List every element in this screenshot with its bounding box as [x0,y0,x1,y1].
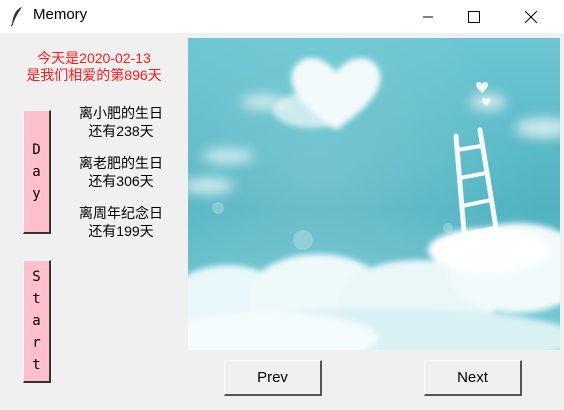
today-date-label: 今天是2020-02-13 [37,50,151,66]
sky-clouds-illustration [188,38,560,350]
countdown-remaining: 还有238天 [88,123,154,139]
feather-icon [10,7,22,26]
maximize-button[interactable] [451,0,497,33]
start-button-letter: t [32,291,41,307]
countdown-remaining: 还有306天 [88,173,154,189]
day-button[interactable]: D a y [23,110,51,234]
minimize-button[interactable] [405,0,451,33]
countdown-birthday-1: 离小肥的生日 还有238天 [66,104,176,140]
love-days-label: 是我们相爱的第896天 [26,67,162,83]
countdown-birthday-2: 离老肥的生日 还有306天 [66,154,176,190]
countdown-event: 离老肥的生日 [79,155,163,171]
day-button-letter: a [32,163,41,180]
memory-photo [188,38,560,350]
close-icon [525,10,537,23]
close-button[interactable] [508,0,554,33]
start-button-letter: t [32,357,41,373]
start-button[interactable]: S t a r t [23,260,51,383]
prev-button[interactable]: Prev [224,360,322,396]
start-button-letter: S [32,269,41,285]
start-button-letter: a [32,313,41,329]
day-button-letter: D [32,141,41,158]
title-bar: Memory [0,0,564,33]
app-window: Memory 今天是2020-02-13 是我们相爱的第896天 D a y S… [0,0,564,410]
countdown-anniversary: 离周年纪念日 还有199天 [66,204,176,240]
countdown-event: 离小肥的生日 [79,105,163,121]
start-button-letter: r [32,335,41,351]
countdown-remaining: 还有199天 [88,223,154,239]
day-button-letter: y [32,185,41,202]
maximize-icon [468,10,480,23]
minimize-icon [423,16,433,17]
countdown-event: 离周年纪念日 [79,205,163,221]
window-title: Memory [33,6,88,23]
next-button[interactable]: Next [424,360,522,396]
